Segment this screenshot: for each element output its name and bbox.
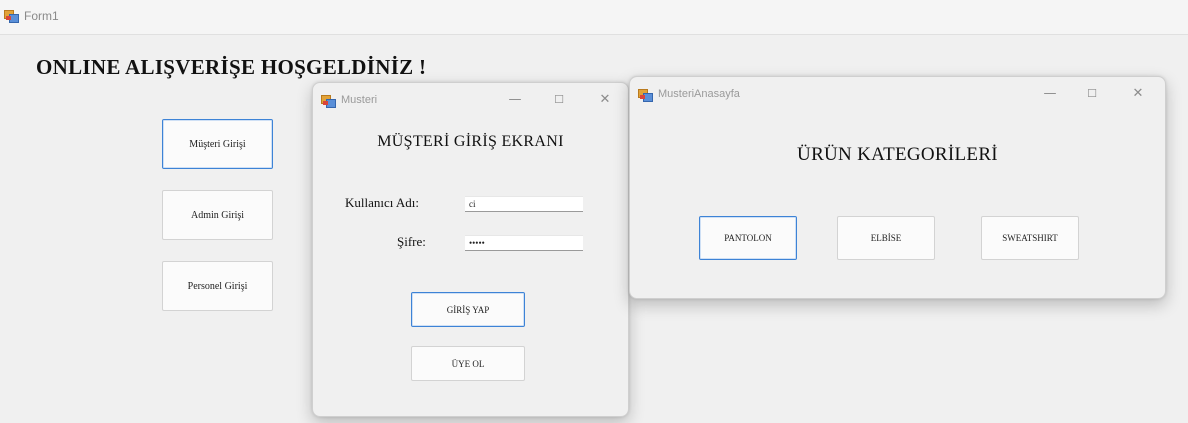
anasayfa-window[interactable]: MusteriAnasayfa — ☐ ✕ ÜRÜN KATEGORİLERİ … [629,76,1166,299]
form1-titlebar[interactable]: Form1 [0,0,1188,35]
musteri-login-button[interactable]: Müşteri Girişi [162,119,273,169]
password-input[interactable]: ••••• [465,235,583,251]
username-label: Kullanıcı Adı: [345,195,420,210]
maximize-icon[interactable]: ☐ [1082,85,1102,103]
username-input[interactable]: ci [465,196,583,212]
close-icon[interactable]: ✕ [1128,85,1148,103]
personel-login-button[interactable]: Personel Girişi [162,261,273,311]
password-label: Şifre: [397,234,426,249]
login-button[interactable]: GİRİŞ YAP [411,292,525,327]
category-elbise-button[interactable]: ELBİSE [837,216,935,260]
anasayfa-window-title: MusteriAnasayfa [658,88,740,100]
anasayfa-titlebar[interactable]: MusteriAnasayfa — ☐ ✕ [630,77,1165,111]
musteri-titlebar[interactable]: Musteri — ☐ ✕ [313,83,628,117]
categories-heading: ÜRÜN KATEGORİLERİ [797,144,998,165]
close-icon[interactable]: ✕ [595,91,615,109]
musteri-heading: MÜŞTERİ GİRİŞ EKRANI [377,133,564,150]
musteri-window-title: Musteri [341,94,378,106]
app-icon [4,9,19,23]
app-icon [321,94,336,108]
category-sweatshirt-button[interactable]: SWEATSHIRT [981,216,1079,260]
minimize-icon[interactable]: — [505,91,525,109]
form1-title: Form1 [24,9,59,23]
page-title: ONLINE ALIŞVERİŞE HOŞGELDİNİZ ! [36,55,427,79]
maximize-icon[interactable]: ☐ [549,91,569,109]
musteri-window[interactable]: Musteri — ☐ ✕ MÜŞTERİ GİRİŞ EKRANI Kulla… [312,82,629,417]
app-icon [638,88,653,102]
admin-login-button[interactable]: Admin Girişi [162,190,273,240]
register-button[interactable]: ÜYE OL [411,346,525,381]
category-pantolon-button[interactable]: PANTOLON [699,216,797,260]
minimize-icon[interactable]: — [1040,85,1060,103]
